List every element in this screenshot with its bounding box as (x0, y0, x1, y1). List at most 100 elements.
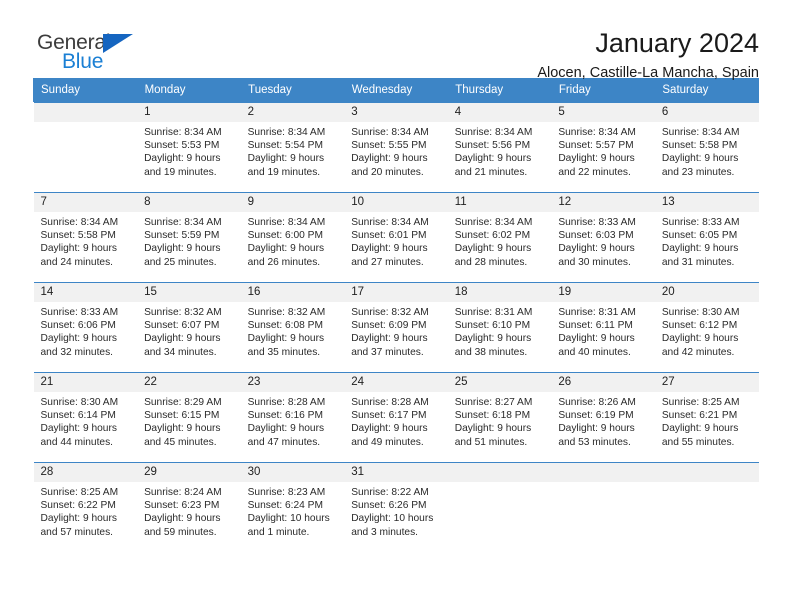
calendar-day-cell[interactable]: 19 Sunrise: 8:31 AM Sunset: 6:11 PM Dayligh… (551, 282, 655, 372)
calendar-day-cell[interactable]: 25 Sunrise: 8:27 AM Sunset: 6:18 PM Dayligh… (447, 372, 552, 462)
day-number (654, 463, 759, 482)
day-number (447, 463, 552, 482)
day-number: 13 (654, 193, 759, 212)
daylight-text-line2: and 51 minutes. (454, 436, 528, 448)
daylight-text-line2: and 30 minutes. (558, 256, 631, 268)
daylight-text-line1: Daylight: 9 hours (558, 333, 635, 345)
weekday-header-saturday: Saturday (654, 78, 759, 102)
calendar-day-cell[interactable]: 12 Sunrise: 8:33 AM Sunset: 6:03 PM Dayligh… (551, 192, 655, 282)
day-number (33, 103, 138, 122)
sunrise-text: Sunrise: 8:34 AM (40, 217, 119, 228)
page-header: General Blue January 2024 Alocen, Castil… (33, 0, 759, 81)
calendar-day-cell[interactable]: 10 Sunrise: 8:34 AM Sunset: 6:01 PM Dayligh… (344, 192, 448, 282)
daylight-text-line1: Daylight: 9 hours (661, 333, 739, 345)
day-number: 14 (33, 283, 138, 302)
calendar-day-cell[interactable]: 11 Sunrise: 8:34 AM Sunset: 6:02 PM Dayligh… (447, 192, 552, 282)
daylight-text-line2: and 3 minutes. (351, 526, 419, 538)
calendar-day-cell[interactable]: 17 Sunrise: 8:32 AM Sunset: 6:09 PM Dayligh… (344, 282, 448, 372)
daylight-text-line2: and 32 minutes. (40, 346, 114, 358)
calendar-day-cell[interactable]: 21 Sunrise: 8:30 AM Sunset: 6:14 PM Dayligh… (33, 372, 138, 462)
sunrise-text: Sunrise: 8:28 AM (351, 397, 429, 408)
day-number: 18 (447, 283, 552, 302)
calendar-day-cell[interactable] (447, 462, 552, 552)
weekday-header-tuesday: Tuesday (240, 78, 345, 102)
calendar-day-cell[interactable] (551, 462, 655, 552)
calendar-day-cell[interactable] (654, 462, 759, 552)
sunrise-text: Sunrise: 8:34 AM (247, 127, 326, 138)
daylight-text-line2: and 21 minutes. (454, 166, 528, 178)
sunrise-text: Sunrise: 8:32 AM (144, 307, 222, 318)
sunset-text: Sunset: 6:23 PM (144, 500, 220, 512)
sunset-text: Sunset: 6:24 PM (247, 500, 323, 512)
calendar-day-cell[interactable]: 27 Sunrise: 8:25 AM Sunset: 6:21 PM Dayligh… (654, 372, 759, 462)
sunset-text: Sunset: 6:21 PM (661, 410, 738, 422)
calendar-page: General Blue January 2024 Alocen, Castil… (0, 0, 792, 612)
calendar-day-cell[interactable]: 4 Sunrise: 8:34 AM Sunset: 5:56 PM Daylight… (447, 102, 552, 193)
page-subtitle: Alocen, Castille-La Mancha, Spain (537, 65, 759, 82)
sunrise-text: Sunrise: 8:33 AM (661, 217, 740, 228)
calendar-day-cell[interactable]: 29 Sunrise: 8:24 AM Sunset: 6:23 PM Dayligh… (137, 462, 241, 552)
sunrise-text: Sunrise: 8:34 AM (351, 217, 429, 228)
calendar-day-cell[interactable] (33, 102, 138, 193)
day-number: 29 (137, 463, 241, 482)
calendar-day-cell[interactable]: 22 Sunrise: 8:29 AM Sunset: 6:15 PM Dayligh… (137, 372, 241, 462)
daylight-text-line2: and 20 minutes. (351, 166, 424, 178)
calendar-day-cell[interactable]: 24 Sunrise: 8:28 AM Sunset: 6:17 PM Dayligh… (344, 372, 448, 462)
calendar-day-cell[interactable]: 9 Sunrise: 8:34 AM Sunset: 6:00 PM Daylight… (240, 192, 345, 282)
sunrise-text: Sunrise: 8:34 AM (661, 127, 740, 138)
daylight-text-line1: Daylight: 9 hours (351, 153, 428, 165)
calendar-day-cell[interactable]: 14 Sunrise: 8:33 AM Sunset: 6:06 PM Dayligh… (33, 282, 138, 372)
daylight-text-line2: and 27 minutes. (351, 256, 424, 268)
sunrise-text: Sunrise: 8:34 AM (144, 127, 222, 138)
daylight-text-line2: and 22 minutes. (558, 166, 631, 178)
calendar-day-cell[interactable]: 6 Sunrise: 8:34 AM Sunset: 5:58 PM Daylight… (654, 102, 759, 193)
day-number: 10 (344, 193, 448, 212)
calendar-day-cell[interactable]: 8 Sunrise: 8:34 AM Sunset: 5:59 PM Daylight… (137, 192, 241, 282)
sunset-text: Sunset: 5:57 PM (558, 140, 634, 152)
sunrise-text: Sunrise: 8:33 AM (558, 217, 636, 228)
calendar-day-cell[interactable]: 28 Sunrise: 8:25 AM Sunset: 6:22 PM Dayligh… (33, 462, 138, 552)
calendar-day-cell[interactable]: 18 Sunrise: 8:31 AM Sunset: 6:10 PM Dayligh… (447, 282, 552, 372)
daylight-text-line2: and 59 minutes. (144, 526, 217, 538)
calendar-day-cell[interactable]: 2 Sunrise: 8:34 AM Sunset: 5:54 PM Daylight… (240, 102, 345, 193)
day-number (551, 463, 655, 482)
daylight-text-line1: Daylight: 9 hours (144, 513, 221, 525)
sunset-text: Sunset: 5:53 PM (144, 140, 220, 152)
calendar-day-cell[interactable]: 15 Sunrise: 8:32 AM Sunset: 6:07 PM Dayligh… (137, 282, 241, 372)
weekday-header-monday: Monday (136, 78, 242, 102)
sunset-text: Sunset: 5:56 PM (454, 140, 531, 152)
calendar-day-cell[interactable]: 20 Sunrise: 8:30 AM Sunset: 6:12 PM Dayligh… (654, 282, 759, 372)
daylight-text-line2: and 47 minutes. (247, 436, 321, 448)
general-blue-logo[interactable]: General Blue (33, 26, 163, 74)
calendar-day-cell[interactable]: 30 Sunrise: 8:23 AM Sunset: 6:24 PM Dayligh… (240, 462, 345, 552)
calendar-day-cell[interactable]: 1 Sunrise: 8:34 AM Sunset: 5:53 PM Daylight… (137, 102, 241, 193)
sunset-text: Sunset: 6:03 PM (558, 230, 634, 242)
calendar-day-cell[interactable]: 5 Sunrise: 8:34 AM Sunset: 5:57 PM Daylight… (551, 102, 655, 193)
calendar-day-cell[interactable]: 13 Sunrise: 8:33 AM Sunset: 6:05 PM Dayligh… (654, 192, 759, 282)
calendar-day-cell[interactable]: 26 Sunrise: 8:26 AM Sunset: 6:19 PM Dayligh… (551, 372, 655, 462)
day-number: 20 (654, 283, 759, 302)
sunset-text: Sunset: 6:09 PM (351, 320, 427, 332)
sunset-text: Sunset: 6:12 PM (661, 320, 738, 332)
day-number: 24 (344, 373, 448, 392)
sunset-text: Sunset: 6:06 PM (40, 320, 116, 332)
daylight-text-line1: Daylight: 9 hours (661, 243, 739, 255)
calendar-day-cell[interactable]: 23 Sunrise: 8:28 AM Sunset: 6:16 PM Dayligh… (240, 372, 345, 462)
daylight-text-line2: and 38 minutes. (454, 346, 528, 358)
sunrise-text: Sunrise: 8:31 AM (558, 307, 636, 318)
daylight-text-line2: and 24 minutes. (40, 256, 114, 268)
daylight-text-line2: and 44 minutes. (40, 436, 114, 448)
daylight-text-line1: Daylight: 9 hours (454, 153, 532, 165)
daylight-text-line1: Daylight: 9 hours (454, 243, 532, 255)
calendar-day-cell[interactable]: 31 Sunrise: 8:22 AM Sunset: 6:26 PM Dayligh… (344, 462, 448, 552)
calendar-day-cell[interactable]: 16 Sunrise: 8:32 AM Sunset: 6:08 PM Dayligh… (240, 282, 345, 372)
daylight-text-line1: Daylight: 9 hours (144, 333, 221, 345)
calendar-week-row: 7 Sunrise: 8:34 AM Sunset: 5:58 PM Daylight… (33, 192, 759, 282)
calendar-day-cell[interactable]: 3 Sunrise: 8:34 AM Sunset: 5:55 PM Daylight… (344, 102, 448, 193)
daylight-text-line2: and 26 minutes. (247, 256, 321, 268)
daylight-text-line2: and 37 minutes. (351, 346, 424, 358)
day-number: 30 (240, 463, 345, 482)
calendar-day-cell[interactable]: 7 Sunrise: 8:34 AM Sunset: 5:58 PM Daylight… (33, 192, 138, 282)
sunset-text: Sunset: 6:22 PM (40, 500, 116, 512)
daylight-text-line2: and 23 minutes. (661, 166, 735, 178)
